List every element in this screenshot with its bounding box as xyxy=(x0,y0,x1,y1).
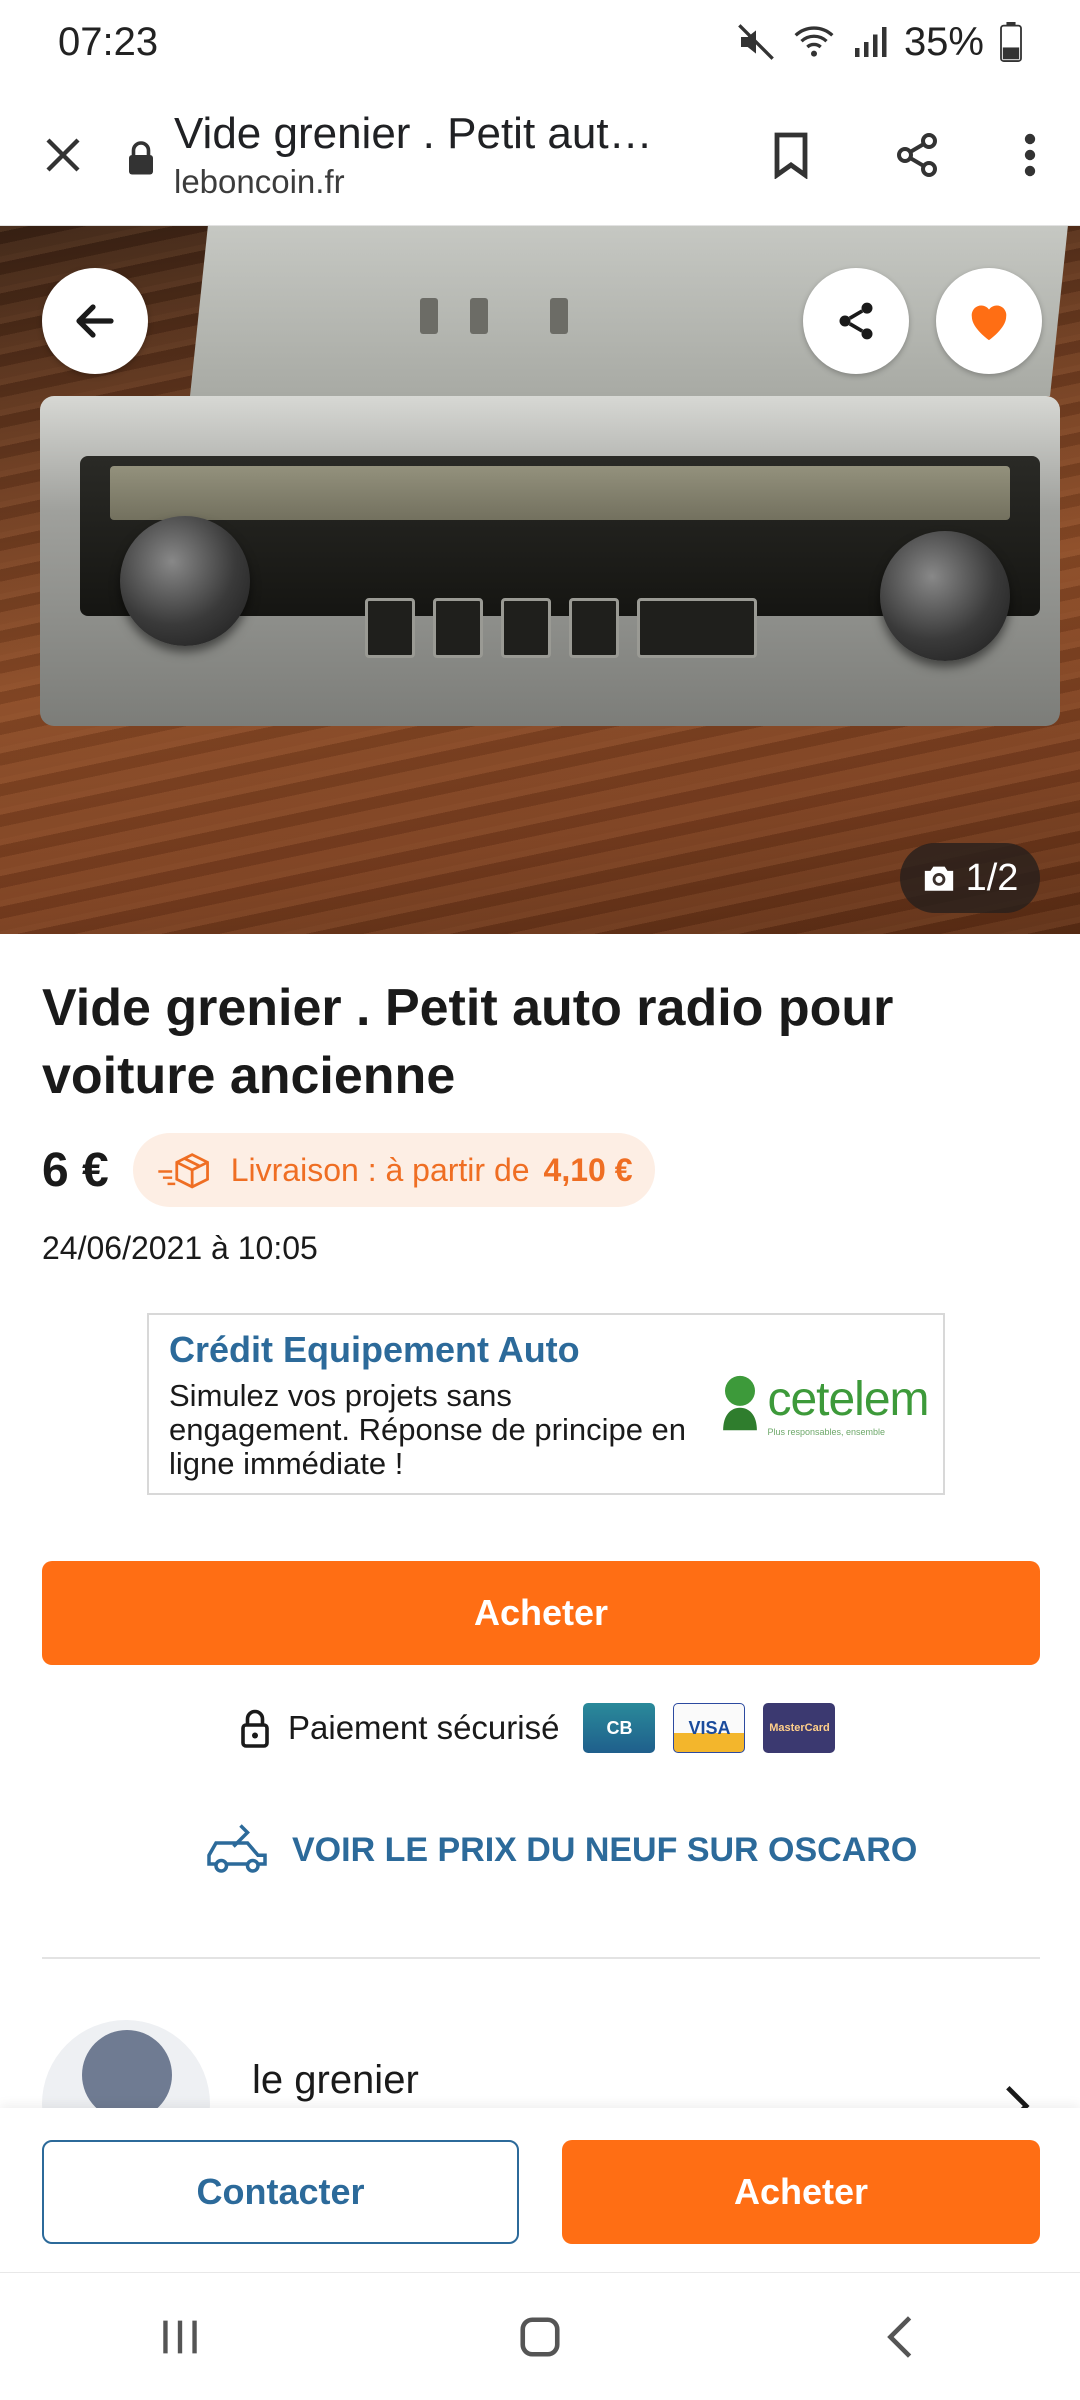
buy-button[interactable]: Acheter xyxy=(42,1561,1040,1665)
back-arrow-icon xyxy=(76,304,114,338)
delivery-box-icon xyxy=(158,1153,209,1189)
radio-slot xyxy=(420,298,438,334)
camera-icon xyxy=(924,866,953,891)
radio-tuning-scale xyxy=(110,466,1010,520)
bookmark-button[interactable] xyxy=(728,84,854,226)
status-time: 07:23 xyxy=(58,19,159,64)
radio-knob-left xyxy=(120,516,250,646)
delivery-chip[interactable]: Livraison : à partir de 4,10 € xyxy=(132,1133,655,1207)
promo-title: Crédit Equipement Auto xyxy=(169,1329,580,1370)
car-icon xyxy=(207,1824,267,1873)
sticky-action-bar: Contacter Acheter xyxy=(0,2108,1080,2272)
lock-icon[interactable] xyxy=(126,140,174,176)
close-tab-button[interactable] xyxy=(0,84,126,226)
browser-toolbar: Vide grenier . Petit aut… leboncoin.fr xyxy=(0,84,1080,226)
photo-counter[interactable]: 1/2 xyxy=(900,843,1040,913)
seller-card[interactable]: le grenier xyxy=(42,2020,1040,2188)
price-row: 6 € Livraison : à partir de 4,10 € xyxy=(42,1133,655,1207)
recents-button[interactable] xyxy=(100,2287,260,2387)
cetelem-logo: cetelem Plus responsables, ensemble xyxy=(703,1315,943,1493)
status-icons: 35% xyxy=(736,20,1022,65)
back-button[interactable] xyxy=(42,268,148,374)
battery-icon xyxy=(1000,22,1022,62)
radio-preset-buttons xyxy=(365,598,757,658)
oscaro-price-link[interactable]: VOIR LE PRIX DU NEUF SUR OSCARO xyxy=(202,1822,917,1878)
browser-share-button[interactable] xyxy=(854,84,980,226)
promo-body: Simulez vos projets sans engagement. Rép… xyxy=(169,1378,687,1481)
status-bar: 07:23 35% xyxy=(0,0,1080,84)
credit-promo-banner[interactable]: Crédit Equipement Auto Simulez vos proje… xyxy=(147,1313,945,1495)
bookmark-icon xyxy=(774,132,808,179)
more-vert-icon xyxy=(1024,133,1036,176)
signal-icon xyxy=(854,27,887,57)
page-title: Vide grenier . Petit aut… xyxy=(174,108,653,158)
radio-slot xyxy=(550,298,568,334)
page-url: leboncoin.fr xyxy=(174,162,345,200)
home-button[interactable] xyxy=(460,2287,620,2387)
radio-knob-right xyxy=(880,531,1010,661)
secure-payment-row: Paiement sécurisé CB VISA MasterCard xyxy=(240,1703,836,1753)
recents-icon xyxy=(163,2320,197,2353)
ad-photo[interactable] xyxy=(0,226,1080,934)
secure-payment-text: Paiement sécurisé xyxy=(288,1709,560,1746)
more-options-button[interactable] xyxy=(980,84,1080,226)
address-area[interactable]: Vide grenier . Petit aut… leboncoin.fr xyxy=(174,109,728,201)
cetelem-mascot-icon xyxy=(723,1375,758,1431)
nav-back-icon xyxy=(887,2315,912,2358)
delivery-label: Livraison : à partir de xyxy=(230,1151,530,1188)
share-icon xyxy=(897,132,937,177)
favorite-button[interactable] xyxy=(936,268,1042,374)
share-icon xyxy=(839,302,873,340)
home-icon xyxy=(520,2316,560,2357)
cb-card-logo: CB xyxy=(583,1703,656,1753)
radio-slot xyxy=(470,298,488,334)
ad-price: 6 € xyxy=(42,1143,109,1197)
mastercard-logo: MasterCard xyxy=(763,1703,836,1753)
system-back-button[interactable] xyxy=(820,2287,980,2387)
photo-counter-text: 1/2 xyxy=(965,856,1019,899)
delivery-price: 4,10 € xyxy=(543,1151,633,1188)
contact-button[interactable]: Contacter xyxy=(42,2140,519,2244)
close-icon xyxy=(46,137,80,172)
ad-title: Vide grenier . Petit auto radio pour voi… xyxy=(42,979,894,1105)
wifi-icon xyxy=(794,26,834,57)
visa-card-logo: VISA xyxy=(673,1703,746,1753)
system-navigation-bar xyxy=(0,2272,1080,2400)
seller-name: le grenier xyxy=(252,2058,419,2102)
section-divider xyxy=(42,1957,1040,1959)
mute-icon xyxy=(738,24,774,60)
ad-date: 24/06/2021 à 10:05 xyxy=(42,1230,318,1266)
padlock-icon xyxy=(241,1709,269,1748)
battery-percent: 35% xyxy=(903,19,984,64)
ad-share-button[interactable] xyxy=(803,268,909,374)
heart-icon xyxy=(971,305,1007,341)
oscaro-link-text: VOIR LE PRIX DU NEUF SUR OSCARO xyxy=(292,1830,918,1869)
sticky-buy-button[interactable]: Acheter xyxy=(562,2140,1040,2244)
